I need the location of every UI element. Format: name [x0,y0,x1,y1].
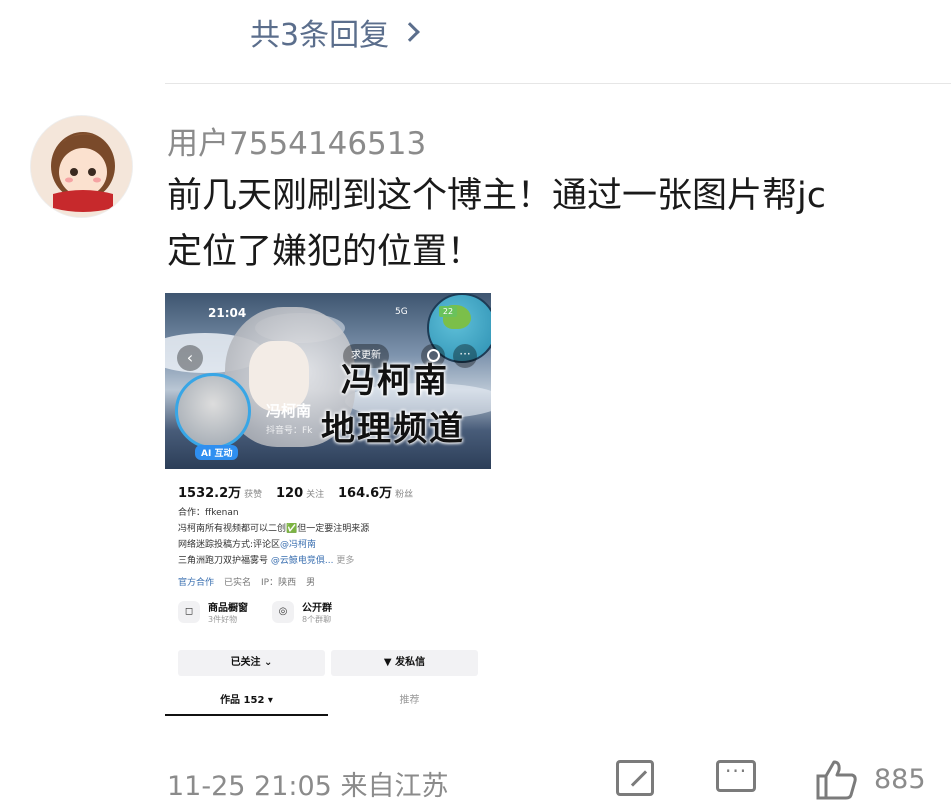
tag: 已实名 [224,578,252,588]
view-replies-label: 共3条回复 [250,18,390,53]
tag: IP：陕西 [261,578,297,588]
comment-text-line: 前几天刚刷到这个博主！通过一张图片帮jc [167,176,826,216]
profile-banner: 21:04 5G 22 ‹ 求更新 ··· 冯柯南 地理频道 AI 互动 冯柯南… [165,293,491,469]
bio-line: 三角洲跑刀双护福雾号 @云鲸电竞俱... 更多 [178,556,355,566]
stat-label: 获赞 [244,490,263,500]
profile-tabs: 作品 152 ▾ 推荐 [165,691,491,716]
bag-icon: ◻ [178,601,200,623]
divider [165,83,951,84]
stat-value: 164.6万 [338,486,393,501]
stat-value: 1532.2万 [178,486,242,501]
profile-name: 冯柯南 [266,402,312,420]
stat-label: 关注 [306,490,325,500]
mention-link: @云鲸电竞俱... [270,556,334,566]
profile-avatar [175,373,251,449]
tag: 男 [306,578,316,588]
profile-tags: 官方合作 已实名 IP：陕西 男 [178,575,315,588]
checkmark-emoji: ✅ [286,524,298,534]
chevron-right-icon [400,22,420,42]
attached-image[interactable]: 21:04 5G 22 ‹ 求更新 ··· 冯柯南 地理频道 AI 互动 冯柯南… [165,293,491,721]
like-count: 885 [874,764,926,795]
battery-icon: 22 [439,306,457,317]
more-link: 更多 [336,556,355,566]
stat-value: 120 [276,486,304,501]
mention-link: @冯柯南 [280,540,317,550]
comment-location: 来自江苏 [340,771,449,801]
avatar[interactable] [30,115,133,218]
ai-interaction-badge: AI 互动 [195,445,239,460]
card-subtitle: 3件好物 [208,615,238,624]
tag: 官方合作 [178,578,215,588]
bio-line: 合作：ffkenan [178,508,239,518]
status-time: 21:04 [208,306,247,320]
bio-line: 网络迷踪投稿方式:评论区@冯柯南 [178,540,317,550]
comment-timestamp: 11-25 21:05 [167,771,332,801]
comment-text-line: 定位了嫌犯的位置！ [167,232,483,272]
send-message-button: ▼ 发私信 [331,650,478,676]
card-subtitle: 8个群聊 [302,615,332,624]
back-arrow-icon: ‹ [177,345,203,371]
comment-username[interactable]: 用户7554146513 [167,118,426,163]
share-icon[interactable] [616,760,654,796]
stat-label: 粉丝 [395,490,414,500]
banner-title-line1: 冯柯南 [341,361,449,401]
comment-icon[interactable] [716,759,756,792]
card-title: 公开群 [302,603,332,614]
tab-works: 作品 152 ▾ [165,691,328,716]
profile-action-buttons: 已关注 ⌄ ▼ 发私信 [178,650,478,676]
profile-bio: 合作：ffkenan 冯柯南所有视频都可以二创✅但一定要注明来源 网络迷踪投稿方… [178,505,369,569]
more-icon: ··· [453,344,477,368]
profile-stats: 1532.2万 获赞 120 关注 164.6万 粉丝 [178,482,423,501]
comment-text: 前几天刚刷到这个博主！通过一张图片帮jc 定位了嫌犯的位置！ [167,168,937,280]
card-public-group: ◎ 公开群 8个群聊 [272,599,332,625]
card-title: 商品橱窗 [208,603,248,614]
view-replies-link[interactable]: 共3条回复 [250,10,420,54]
tab-recommended: 推荐 [399,695,420,706]
chat-icon: ◎ [272,601,294,623]
comment-meta: 11-25 21:05 来自江苏 [167,764,448,801]
status-signal: 5G [395,307,408,317]
thumbs-up-icon[interactable] [814,760,858,800]
banner-title-line2: 地理频道 [321,409,465,449]
profile-cards: ◻ 商品橱窗 3件好物 ◎ 公开群 8个群聊 [178,599,332,625]
bio-line: 冯柯南所有视频都可以二创✅但一定要注明来源 [178,524,370,534]
profile-id: 抖音号：Fk [266,426,313,436]
followed-button: 已关注 ⌄ [178,650,325,676]
card-shop-window: ◻ 商品橱窗 3件好物 [178,599,248,625]
